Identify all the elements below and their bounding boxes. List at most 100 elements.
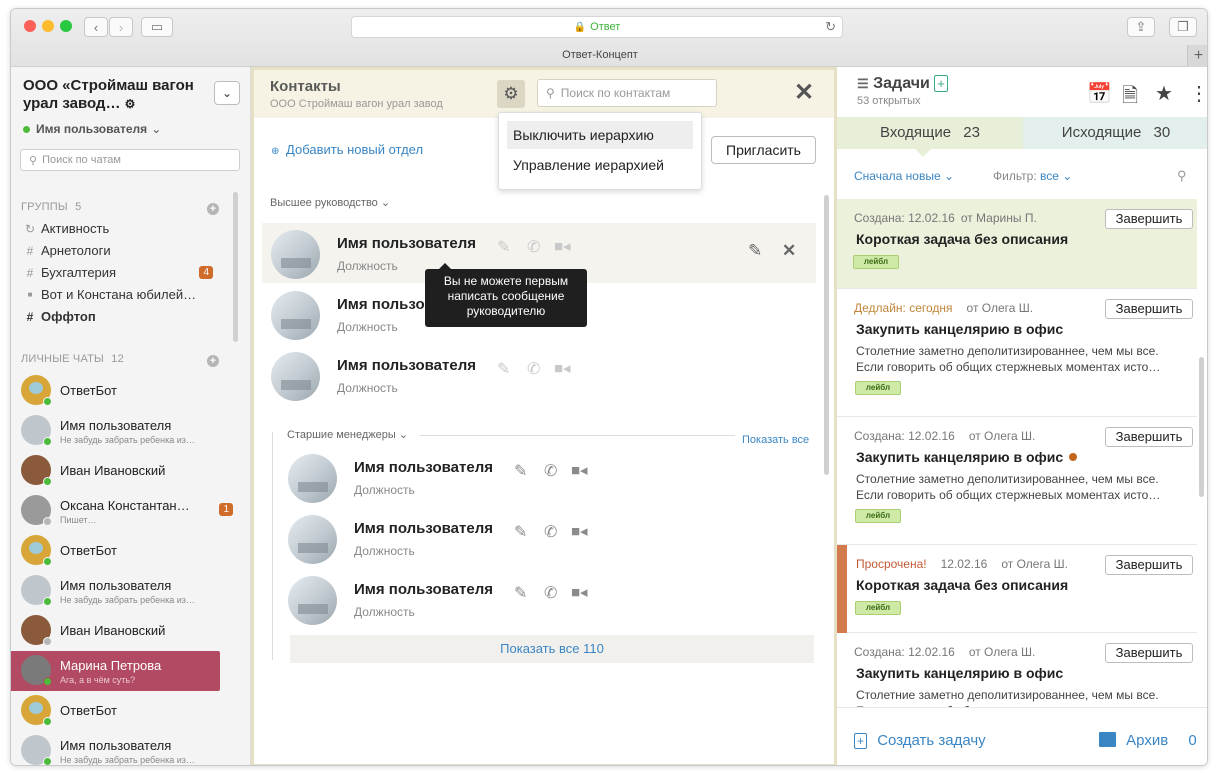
chat-item[interactable]: Имя пользователя Не забудь забрать ребенк… [11, 571, 239, 611]
phone-icon[interactable]: ✆ [527, 237, 540, 257]
chat-item[interactable]: Оксана Константан… Пишет… 1 [11, 491, 239, 531]
edit-message-icon[interactable]: ✎ [497, 237, 510, 257]
chat-search-input[interactable]: ⚲ Поиск по чатам [20, 149, 240, 171]
chat-item[interactable]: Марина Петрова Ага, а в чём суть? [11, 651, 220, 691]
calendar-icon[interactable]: 📅 [1087, 81, 1112, 106]
video-camera-icon[interactable]: ■◂ [571, 583, 588, 601]
close-window-button[interactable] [24, 20, 36, 32]
presence-indicator [43, 557, 52, 566]
edit-message-icon[interactable]: ✎ [514, 522, 527, 542]
tab-title[interactable]: Ответ-Концепт [11, 49, 1189, 61]
group-item[interactable]: ■ Вот и Констана юбилей… [23, 287, 233, 302]
complete-task-button[interactable]: Завершить [1105, 299, 1193, 319]
presence-indicator [43, 637, 52, 646]
group-item[interactable]: ↻ Активность [23, 221, 233, 236]
contact-row[interactable]: Имя пользователя Должность ✎ ✆ ■◂ [279, 508, 816, 568]
maximize-window-button[interactable] [60, 20, 72, 32]
contacts-settings-button[interactable]: ⚙ [497, 80, 525, 108]
contact-row[interactable]: Имя пользователя Должность ✎ ✆ ■◂ [279, 447, 816, 507]
back-button[interactable]: ‹ [84, 17, 108, 37]
chevron-right-icon: › [118, 19, 124, 35]
task-card[interactable]: Дедлайн: сегодня от Олега Ш. Завершить Заку… [837, 289, 1197, 417]
invite-button[interactable]: Пригласить [711, 136, 816, 164]
chat-item[interactable]: Иван Ивановский [11, 451, 239, 491]
document-icon[interactable]: 🗎 [1122, 81, 1138, 115]
star-icon[interactable]: ★ [1155, 81, 1173, 106]
phone-icon[interactable]: ✆ [544, 461, 557, 481]
department-header-top[interactable]: Высшее руководство ⌄ [270, 196, 390, 209]
archive-box-icon [1099, 732, 1116, 747]
tab-outgoing[interactable]: Исходящие 30 [1023, 117, 1207, 149]
sort-dropdown[interactable]: Сначала новые ⌄ [854, 169, 954, 183]
chat-name: ОтветБот [60, 383, 118, 398]
close-contacts-button[interactable]: ✕ [794, 78, 814, 107]
group-item[interactable]: # Бухгалтерия 4 [23, 265, 233, 280]
contacts-search-input[interactable]: ⚲ Поиск по контактам [537, 79, 717, 107]
contact-row[interactable]: Имя пользователя Должность ✎ ✆ ■◂ [279, 569, 816, 629]
filter-dropdown[interactable]: Фильтр: все ⌄ [993, 169, 1072, 183]
task-card[interactable]: Создана: 12.02.16 от Олега Ш. Завершить Зак… [837, 633, 1197, 718]
settings-gear-icon[interactable]: ⚙ [125, 97, 136, 111]
group-item[interactable]: # Оффтоп [23, 309, 233, 324]
show-all-link[interactable]: Показать все [742, 434, 809, 446]
close-icon[interactable]: ✕ [782, 241, 796, 261]
forward-button[interactable]: › [109, 17, 133, 37]
video-camera-icon[interactable]: ■◂ [554, 237, 571, 255]
task-card[interactable]: Просрочена! 12.02.16 от Олега Ш. Завершить К… [837, 545, 1197, 633]
add-task-icon[interactable]: + [934, 75, 948, 92]
chat-item[interactable]: Имя пользователя Не забудь забрать ребенк… [11, 731, 239, 765]
complete-task-button[interactable]: Завершить [1105, 427, 1193, 447]
share-button[interactable]: ⇪ [1127, 17, 1155, 37]
chat-item[interactable]: Имя пользователя Не забудь забрать ребенк… [11, 411, 239, 451]
tab-incoming[interactable]: Входящие 23 [837, 117, 1023, 157]
phone-icon[interactable]: ✆ [544, 583, 557, 603]
company-switch-button[interactable]: ⌄ [214, 81, 240, 105]
complete-task-button[interactable]: Завершить [1105, 555, 1193, 575]
video-camera-icon[interactable]: ■◂ [571, 461, 588, 479]
sidebar-toggle-button[interactable]: ▭ [141, 17, 173, 37]
archive-button[interactable]: Архив 0 [1099, 732, 1197, 749]
pencil-icon[interactable]: ✎ [748, 241, 762, 261]
contact-row[interactable]: Имя пользователя Должность ✎ ✆ ■◂ [262, 345, 816, 405]
reload-icon[interactable]: ↻ [825, 19, 836, 35]
complete-task-button[interactable]: Завершить [1105, 209, 1193, 229]
chat-item[interactable]: Иван Ивановский [11, 611, 239, 651]
lock-icon: 🔒 [573, 21, 587, 33]
add-chat-button[interactable]: + [207, 355, 219, 367]
group-item[interactable]: # Арнетологи [23, 243, 233, 258]
department-header-senior[interactable]: Старшие менеджеры ⌄ [287, 428, 408, 441]
create-task-button[interactable]: + Создать задачу [854, 732, 986, 749]
chat-item[interactable]: ОтветБот [11, 531, 239, 571]
task-card[interactable]: Создана: 12.02.16 от Олега Ш. Завершить Зак… [837, 417, 1197, 545]
menu-item-disable-hierarchy[interactable]: Выключить иерархию [507, 121, 693, 149]
tasks-footer: + Создать задачу Архив 0 [837, 707, 1207, 765]
more-icon[interactable]: ⋮ [1189, 81, 1207, 106]
menu-item-manage-hierarchy[interactable]: Управление иерархией [507, 151, 693, 179]
search-icon[interactable]: ⚲ [1177, 168, 1187, 184]
video-camera-icon[interactable]: ■◂ [554, 359, 571, 377]
address-bar[interactable]: 🔒 Ответ ↻ [351, 16, 843, 38]
edit-message-icon[interactable]: ✎ [514, 461, 527, 481]
new-tab-button[interactable]: + [1187, 45, 1207, 67]
add-group-button[interactable]: + [207, 203, 219, 215]
edit-message-icon[interactable]: ✎ [514, 583, 527, 603]
chat-item[interactable]: ОтветБот [11, 371, 239, 411]
task-author: от Марины П. [960, 211, 1037, 225]
department-name: Высшее руководство [270, 197, 378, 209]
sidebar-scrollbar[interactable] [233, 192, 238, 342]
contacts-scrollbar[interactable] [824, 195, 829, 475]
complete-task-button[interactable]: Завершить [1105, 643, 1193, 663]
task-card[interactable]: Создана: 12.02.16 от Марины П. Завершить Ко… [837, 199, 1197, 289]
tabs-overview-button[interactable]: ❐ [1169, 17, 1197, 37]
minimize-window-button[interactable] [42, 20, 54, 32]
phone-icon[interactable]: ✆ [544, 522, 557, 542]
tasks-scrollbar[interactable] [1199, 357, 1204, 497]
chat-item[interactable]: ОтветБот [11, 691, 239, 731]
add-department-link[interactable]: ⊕ Добавить новый отдел [271, 142, 423, 157]
presence-indicator [43, 477, 52, 486]
video-camera-icon[interactable]: ■◂ [571, 522, 588, 540]
show-all-contacts-button[interactable]: Показать все 110 [290, 635, 814, 663]
edit-message-icon[interactable]: ✎ [497, 359, 510, 379]
user-status-menu[interactable]: Имя пользователя ⌄ [23, 122, 161, 136]
phone-icon[interactable]: ✆ [527, 359, 540, 379]
